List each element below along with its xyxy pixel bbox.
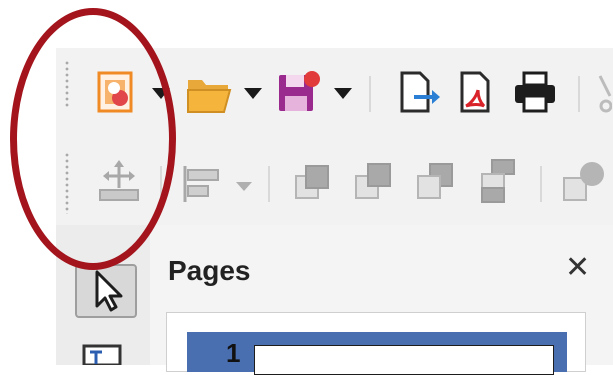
text-tool-button[interactable] — [80, 342, 124, 365]
shadow-button[interactable] — [560, 160, 610, 204]
bring-to-front-icon — [295, 165, 329, 199]
toolbar-separator — [160, 166, 162, 202]
toolbar-grip-row1[interactable] — [64, 60, 70, 108]
bring-to-front-button[interactable] — [292, 160, 336, 204]
export-pdf-icon — [460, 71, 490, 113]
toolbar-grip-row2[interactable] — [64, 152, 70, 214]
toolbar-separator — [369, 76, 371, 112]
send-to-back-icon — [481, 159, 515, 203]
chevron-down-icon — [334, 88, 352, 99]
open-dropdown[interactable] — [244, 88, 262, 100]
chevron-down-icon — [152, 88, 170, 99]
open-folder-icon — [187, 80, 232, 113]
toolbar-separator — [540, 166, 542, 202]
save-dropdown[interactable] — [334, 88, 352, 100]
export-icon — [400, 71, 440, 113]
align-objects-dropdown[interactable] — [236, 182, 252, 192]
new-document-button[interactable] — [96, 70, 136, 114]
save-icon — [279, 71, 320, 111]
new-document-dropdown[interactable] — [152, 88, 170, 100]
page-number: 1 — [226, 338, 241, 368]
chevron-down-icon — [236, 182, 252, 191]
toolbar-separator — [268, 166, 270, 202]
save-button[interactable] — [276, 70, 324, 114]
bring-forward-button[interactable] — [352, 160, 396, 204]
align-objects-button[interactable] — [182, 164, 228, 204]
send-backward-icon — [417, 163, 453, 199]
export-pdf-button[interactable] — [456, 70, 500, 114]
export-button[interactable] — [396, 70, 440, 114]
cut-button[interactable] — [598, 74, 612, 114]
close-icon[interactable]: ✕ — [565, 253, 590, 283]
send-to-back-button[interactable] — [476, 158, 520, 204]
scissors-icon — [598, 75, 612, 113]
new-document-icon — [97, 71, 133, 113]
transformations-button[interactable] — [96, 160, 142, 204]
align-objects-icon — [183, 166, 219, 202]
shadow-icon — [563, 162, 604, 201]
toolbar-separator — [578, 76, 580, 112]
print-button[interactable] — [512, 70, 560, 114]
text-box-icon — [82, 344, 122, 365]
page-thumbnail[interactable] — [254, 345, 554, 375]
transformations-icon — [99, 160, 139, 201]
print-icon — [515, 71, 555, 113]
select-arrow-icon — [95, 270, 123, 312]
open-button[interactable] — [186, 74, 234, 114]
send-backward-button[interactable] — [414, 160, 458, 204]
pages-panel-title: Pages — [168, 255, 251, 286]
select-tool-button[interactable] — [75, 264, 137, 318]
bring-forward-icon — [355, 163, 391, 199]
chevron-down-icon — [244, 88, 262, 99]
